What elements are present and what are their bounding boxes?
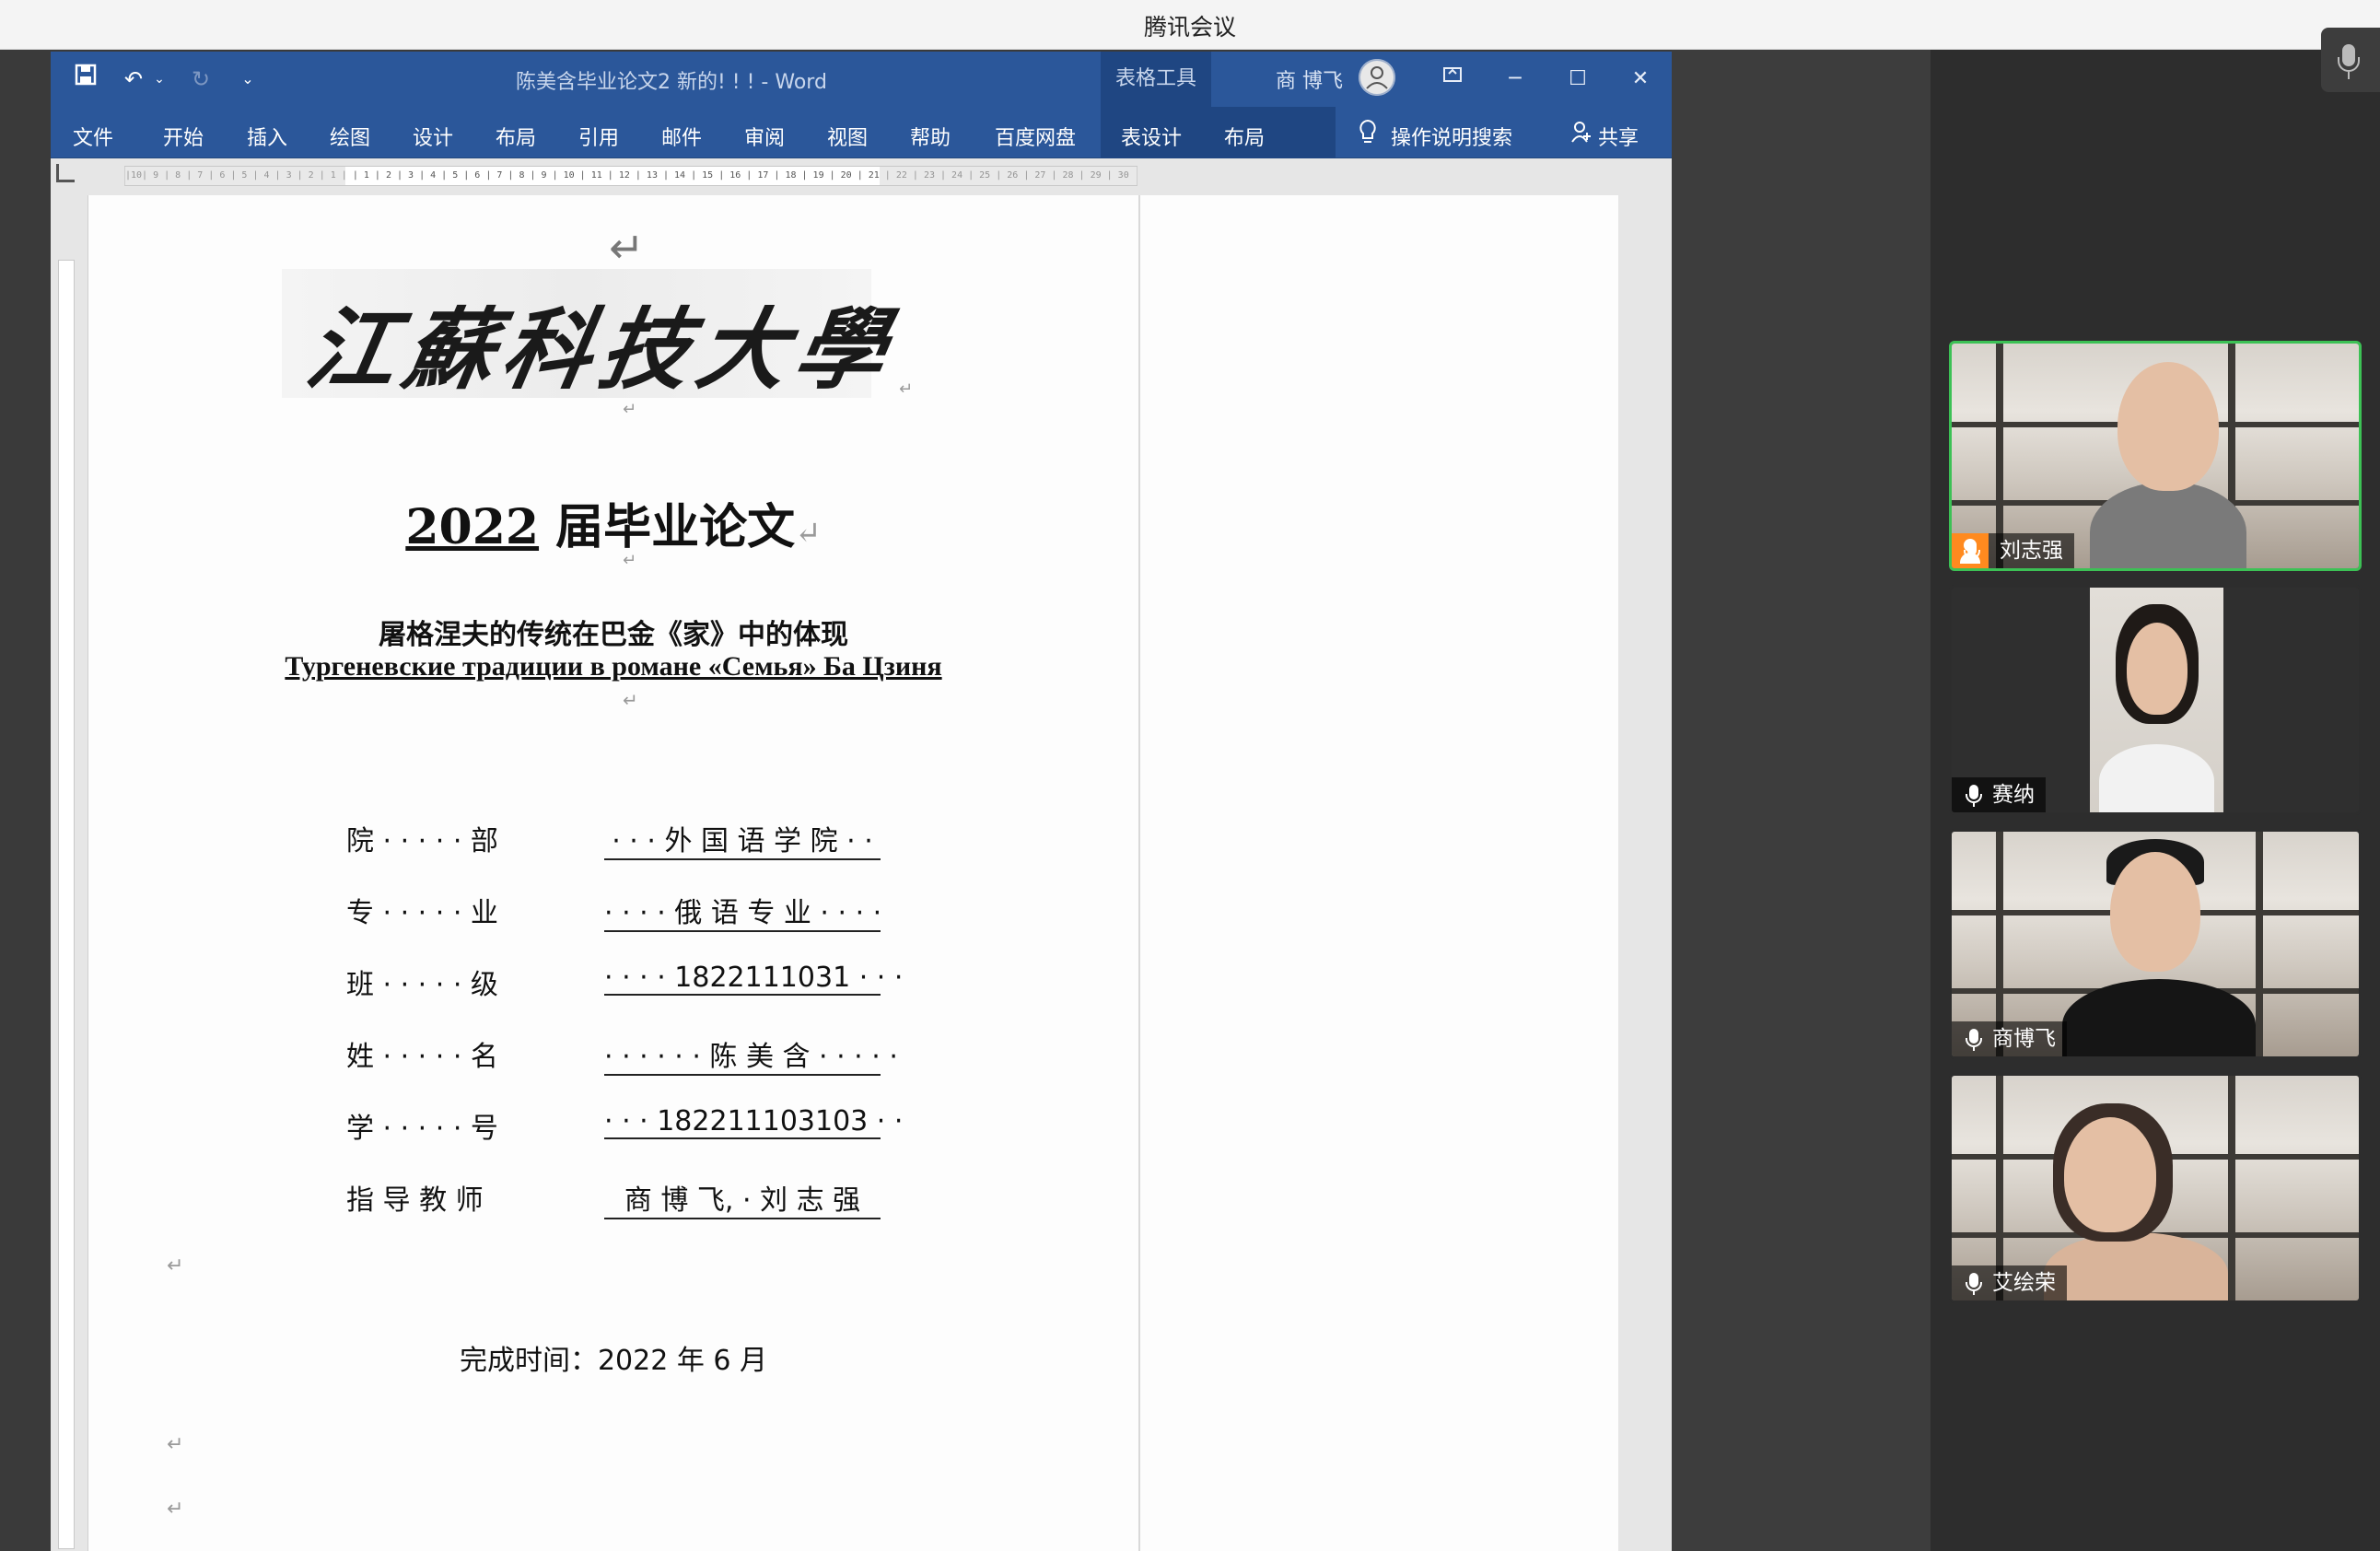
tab-references[interactable]: 引用 <box>578 122 619 151</box>
tab-view[interactable]: 视图 <box>827 122 868 151</box>
info-row-name: 姓 · · · · · 名 · · · · · · 陈 美 含 · · · · … <box>88 1026 1138 1076</box>
paragraph-mark: ↵ <box>899 379 914 399</box>
minimize-icon[interactable]: ─ <box>1495 59 1535 99</box>
ribbon-tabs: 文件 开始 插入 绘图 设计 布局 引用 邮件 审阅 视图 帮助 百度网盘 表设… <box>51 107 1672 158</box>
ribbon-display-options-icon[interactable] <box>1432 59 1473 99</box>
university-logo: 江蘇科技大學 <box>282 269 904 402</box>
thesis-year: 2022 <box>405 499 540 555</box>
info-label: 专 · · · · · 业 <box>346 897 498 929</box>
mic-icon <box>1965 1273 1983 1295</box>
shared-screen-gap <box>1672 50 1931 1551</box>
info-value[interactable]: 商 博 飞, · 刘 志 强 <box>604 1177 881 1219</box>
participant-name: 艾绘荣 <box>1992 1271 2056 1295</box>
info-label: 学 · · · · · 号 <box>346 1113 498 1145</box>
tab-baidu-netdisk[interactable]: 百度网盘 <box>995 122 1076 151</box>
info-label: 院 · · · · · 部 <box>346 825 498 857</box>
paragraph-mark: ↵ <box>623 689 638 711</box>
customize-qat-icon[interactable]: ⌄ <box>231 63 264 96</box>
info-row-department: 院 · · · · · 部 · · · 外 国 语 学 院 · · <box>88 810 1138 860</box>
screen: 腾讯会议 ↶ ⌄ ↻ ⌄ 陈美含毕业论文2 新的! ! ! - Word 表格工… <box>0 0 2380 1551</box>
participant-name: 赛纳 <box>1992 783 2035 807</box>
thesis-title-text: 届毕业论文 <box>539 499 796 555</box>
paragraph-mark: ↵ <box>167 1433 184 1456</box>
subtitle-russian: Тургеневские традиции в романе «Семья» Б… <box>285 651 942 682</box>
mic-icon <box>1965 1029 1983 1051</box>
participant-tile[interactable]: 刘志强 <box>1949 341 2362 571</box>
participant-name-tag: 商博飞 <box>1952 1021 2067 1056</box>
completion-date: 完成时间：2022 年 6 月 <box>459 1345 768 1377</box>
participant-name: 商博飞 <box>1992 1027 2056 1051</box>
redo-icon[interactable]: ↻ <box>184 63 217 96</box>
tell-me-search[interactable]: 操作说明搜索 <box>1391 122 1512 151</box>
info-value[interactable]: · · · · · · 陈 美 含 · · · · · <box>604 1033 898 1076</box>
paragraph-mark: ↵ <box>167 1254 184 1277</box>
horizontal-ruler[interactable]: |10| 9 | 8 | 7 | 6 | 5 | 4 | 3 | 2 | 1 |… <box>88 158 1672 195</box>
participant-name-tag: 艾绘荣 <box>1952 1265 2067 1300</box>
close-icon[interactable]: ✕ <box>1620 59 1661 99</box>
info-label: 班 · · · · · 级 <box>346 969 498 1001</box>
tab-table-layout[interactable]: 布局 <box>1224 122 1265 151</box>
participant-tile[interactable]: 商博飞 <box>1949 829 2362 1059</box>
info-value[interactable]: · · · 外 国 语 学 院 · · <box>604 818 881 860</box>
vertical-ruler[interactable] <box>51 164 88 1551</box>
mic-icon <box>1965 785 1983 807</box>
undo-dropdown-icon[interactable]: ⌄ <box>143 63 176 96</box>
ruler-right-margin <box>880 167 1138 185</box>
paragraph-mark: ↵ <box>623 551 637 570</box>
info-row-major: 专 · · · · · 业 · · · · 俄 语 专 业 · · · · <box>88 882 1138 932</box>
tab-layout[interactable]: 布局 <box>496 122 536 151</box>
tab-selector-icon[interactable] <box>56 164 75 182</box>
info-value[interactable]: · · · · 俄 语 专 业 · · · · <box>604 890 881 932</box>
word-titlebar: ↶ ⌄ ↻ ⌄ 陈美含毕业论文2 新的! ! ! - Word 表格工具 商 博… <box>51 52 1672 107</box>
info-row-student-id: 学 · · · · · 号 · · · 182211103103 · · <box>88 1098 1138 1145</box>
participant-tile[interactable]: 赛纳 <box>1949 585 2362 815</box>
tab-file[interactable]: 文件 <box>73 122 113 151</box>
table-tools-context-tab: 表格工具 <box>1101 52 1211 107</box>
lightbulb-icon[interactable] <box>1357 118 1379 151</box>
signed-in-user[interactable]: 商 博飞 <box>1276 64 1343 94</box>
info-label: 姓 · · · · · 名 <box>346 1041 498 1073</box>
document-title: 陈美含毕业论文2 新的! ! ! - Word <box>516 71 827 94</box>
maximize-icon[interactable]: ☐ <box>1558 59 1598 99</box>
paragraph-mark: ↵ <box>623 400 637 419</box>
vertical-ruler-scale <box>58 260 75 1549</box>
mic-toggle-icon[interactable] <box>2321 28 2380 92</box>
paragraph-mark: ↵ <box>609 223 645 273</box>
subtitle-chinese: 屠格涅夫的传统在巴金《家》中的体现 <box>379 619 848 651</box>
meeting-titlebar: 腾讯会议 <box>0 0 2380 50</box>
info-row-class: 班 · · · · · 级 · · · · 1822111031 · · · <box>88 954 1138 1001</box>
mic-icon <box>1963 541 1981 563</box>
tab-insert[interactable]: 插入 <box>247 122 287 151</box>
share-person-icon[interactable] <box>1570 120 1592 149</box>
word-window: ↶ ⌄ ↻ ⌄ 陈美含毕业论文2 新的! ! ! - Word 表格工具 商 博… <box>51 52 1672 1551</box>
page-right-area <box>1619 195 1672 1551</box>
participant-name-tag: 赛纳 <box>1952 777 2046 812</box>
paragraph-mark: ↵ <box>167 1498 184 1521</box>
tab-help[interactable]: 帮助 <box>910 122 951 151</box>
university-logo-text: 江蘇科技大學 <box>298 297 904 402</box>
document-page[interactable]: ↵ 江蘇科技大學 ↵ ↵ 2022 届毕业论文↵ ↵ 屠格涅夫的传统在巴金《家》… <box>88 195 1672 1551</box>
info-value[interactable]: · · · · 1822111031 · · · <box>604 962 903 996</box>
tab-design[interactable]: 设计 <box>413 122 453 151</box>
paragraph-mark: ↵ <box>795 515 822 552</box>
meeting-app-title: 腾讯会议 <box>1143 14 1236 41</box>
tab-review[interactable]: 审阅 <box>744 122 785 151</box>
info-row-advisor: 指 导 教 师 商 博 飞, · 刘 志 强 <box>88 1170 1138 1219</box>
tab-table-design[interactable]: 表设计 <box>1121 122 1182 151</box>
participant-tile[interactable]: 艾绘荣 <box>1949 1073 2362 1303</box>
tab-draw[interactable]: 绘图 <box>330 122 370 151</box>
save-icon[interactable] <box>69 63 102 96</box>
tab-home[interactable]: 开始 <box>163 122 204 151</box>
info-label: 指 导 教 师 <box>346 1184 484 1217</box>
ruler-left-margin <box>124 167 345 185</box>
participant-name-tag: 刘志强 <box>1964 533 2074 568</box>
participant-name: 刘志强 <box>2000 539 2063 563</box>
user-avatar-icon[interactable] <box>1359 59 1395 96</box>
tab-mailings[interactable]: 邮件 <box>661 122 702 151</box>
page-margin-line <box>1138 195 1140 1551</box>
share-button[interactable]: 共享 <box>1598 122 1639 151</box>
info-value[interactable]: · · · 182211103103 · · <box>604 1105 903 1139</box>
thesis-title: 2022 届毕业论文↵ <box>88 488 1138 557</box>
